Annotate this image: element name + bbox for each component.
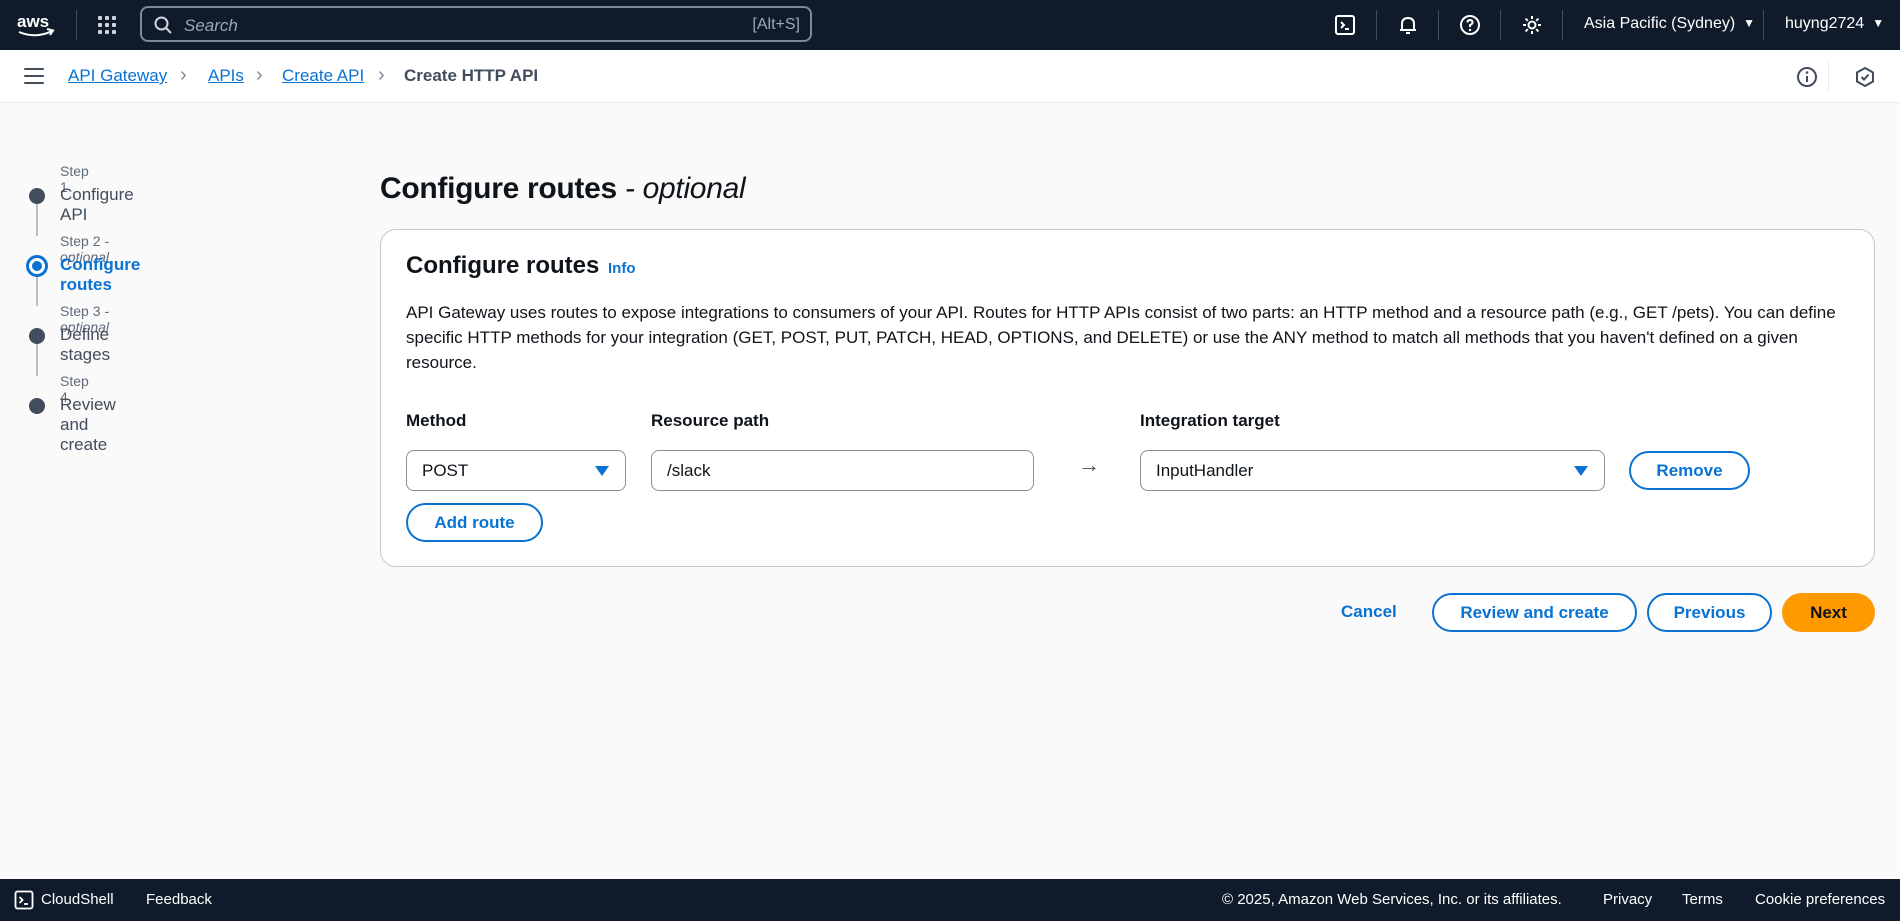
cancel-button[interactable]: Cancel	[1341, 602, 1397, 622]
search-icon	[154, 16, 172, 34]
bell-icon[interactable]	[1396, 13, 1420, 37]
svg-text:aws: aws	[17, 12, 49, 31]
footer-terms-link[interactable]: Terms	[1682, 891, 1723, 908]
services-grid-icon[interactable]	[96, 14, 118, 36]
step-3-indicator	[29, 328, 45, 344]
account-name: huyng2724	[1785, 15, 1865, 32]
nav-divider	[1763, 10, 1764, 40]
account-menu[interactable]: huyng2724 ▼	[1785, 15, 1884, 33]
chevron-right-icon: ›	[378, 64, 385, 86]
remove-route-button[interactable]: Remove	[1629, 451, 1750, 490]
top-navigation: aws Search [Alt+S] Asia Pacific (Sydney)…	[0, 0, 1900, 50]
gear-icon[interactable]	[1520, 13, 1544, 37]
resource-path-value: /slack	[667, 461, 711, 480]
caret-down-icon	[595, 466, 609, 476]
breadcrumb-apis[interactable]: APIs	[208, 66, 244, 86]
method-select[interactable]: POST	[406, 450, 626, 491]
region-label: Asia Pacific (Sydney)	[1584, 15, 1736, 32]
breadcrumb-api-gateway[interactable]: API Gateway	[68, 66, 167, 86]
region-selector[interactable]: Asia Pacific (Sydney) ▼	[1584, 15, 1755, 33]
aws-logo[interactable]: aws	[16, 9, 56, 41]
nav-divider	[1438, 10, 1439, 40]
footer-privacy-link[interactable]: Privacy	[1603, 891, 1652, 908]
method-value: POST	[422, 461, 469, 480]
chevron-right-icon: ›	[180, 64, 187, 86]
info-icon[interactable]	[1795, 65, 1819, 89]
footer-cloudshell-link[interactable]: CloudShell	[41, 891, 114, 908]
bar-divider	[1828, 62, 1829, 92]
breadcrumb-current: Create HTTP API	[404, 66, 539, 85]
next-button[interactable]: Next	[1782, 593, 1875, 632]
help-icon[interactable]	[1458, 13, 1482, 37]
cloudshell-icon	[14, 890, 34, 910]
configure-routes-panel: Configure routes Info API Gateway uses r…	[380, 229, 1875, 567]
caret-down-icon: ▼	[1743, 16, 1756, 30]
menu-icon[interactable]	[24, 68, 44, 84]
caret-down-icon: ▼	[1872, 16, 1885, 30]
cloudshell-icon[interactable]	[1333, 13, 1357, 37]
method-label: Method	[406, 411, 467, 430]
info-link[interactable]: Info	[608, 260, 636, 277]
breadcrumb-create-api[interactable]: Create API	[282, 66, 364, 86]
resource-path-label: Resource path	[651, 411, 770, 430]
search-input[interactable]: Search [Alt+S]	[140, 6, 812, 42]
panel-description: API Gateway uses routes to expose integr…	[406, 303, 1836, 372]
integration-target-label: Integration target	[1140, 411, 1280, 430]
step-1-indicator	[29, 188, 45, 204]
hexagon-status-icon[interactable]	[1853, 65, 1877, 89]
step-4-indicator	[29, 398, 45, 414]
integration-target-select[interactable]: InputHandler	[1140, 450, 1605, 491]
integration-target-value: InputHandler	[1156, 461, 1254, 480]
search-shortcut: [Alt+S]	[752, 16, 800, 33]
footer-feedback-link[interactable]: Feedback	[146, 891, 212, 908]
page-title: Configure routes - optional	[380, 172, 746, 205]
resource-path-input[interactable]: /slack	[651, 450, 1034, 491]
step-3-title[interactable]: Define stages	[60, 325, 110, 365]
step-2-indicator	[26, 255, 48, 277]
nav-divider	[1376, 10, 1377, 40]
add-route-button[interactable]: Add route	[406, 503, 543, 542]
footer-cookie-preferences-link[interactable]: Cookie preferences	[1755, 891, 1885, 908]
breadcrumb-bar: API Gateway › APIs › Create API › Create…	[0, 50, 1900, 103]
caret-down-icon	[1574, 466, 1588, 476]
footer: CloudShell Feedback © 2025, Amazon Web S…	[0, 879, 1900, 921]
step-2-title: Configure routes	[60, 255, 141, 294]
review-and-create-button[interactable]: Review and create	[1432, 593, 1637, 632]
step-1-title[interactable]: Configure API	[60, 185, 134, 225]
nav-divider	[1562, 10, 1563, 40]
footer-copyright: © 2025, Amazon Web Services, Inc. or its…	[1222, 891, 1562, 908]
previous-button[interactable]: Previous	[1647, 593, 1772, 632]
arrow-right-icon: →	[1078, 452, 1100, 477]
nav-divider	[1500, 10, 1501, 40]
step-4-title[interactable]: Review and create	[60, 395, 116, 455]
nav-divider	[76, 10, 77, 40]
chevron-right-icon: ›	[256, 64, 263, 86]
panel-title: Configure routes	[406, 252, 600, 279]
search-placeholder: Search	[184, 16, 238, 35]
